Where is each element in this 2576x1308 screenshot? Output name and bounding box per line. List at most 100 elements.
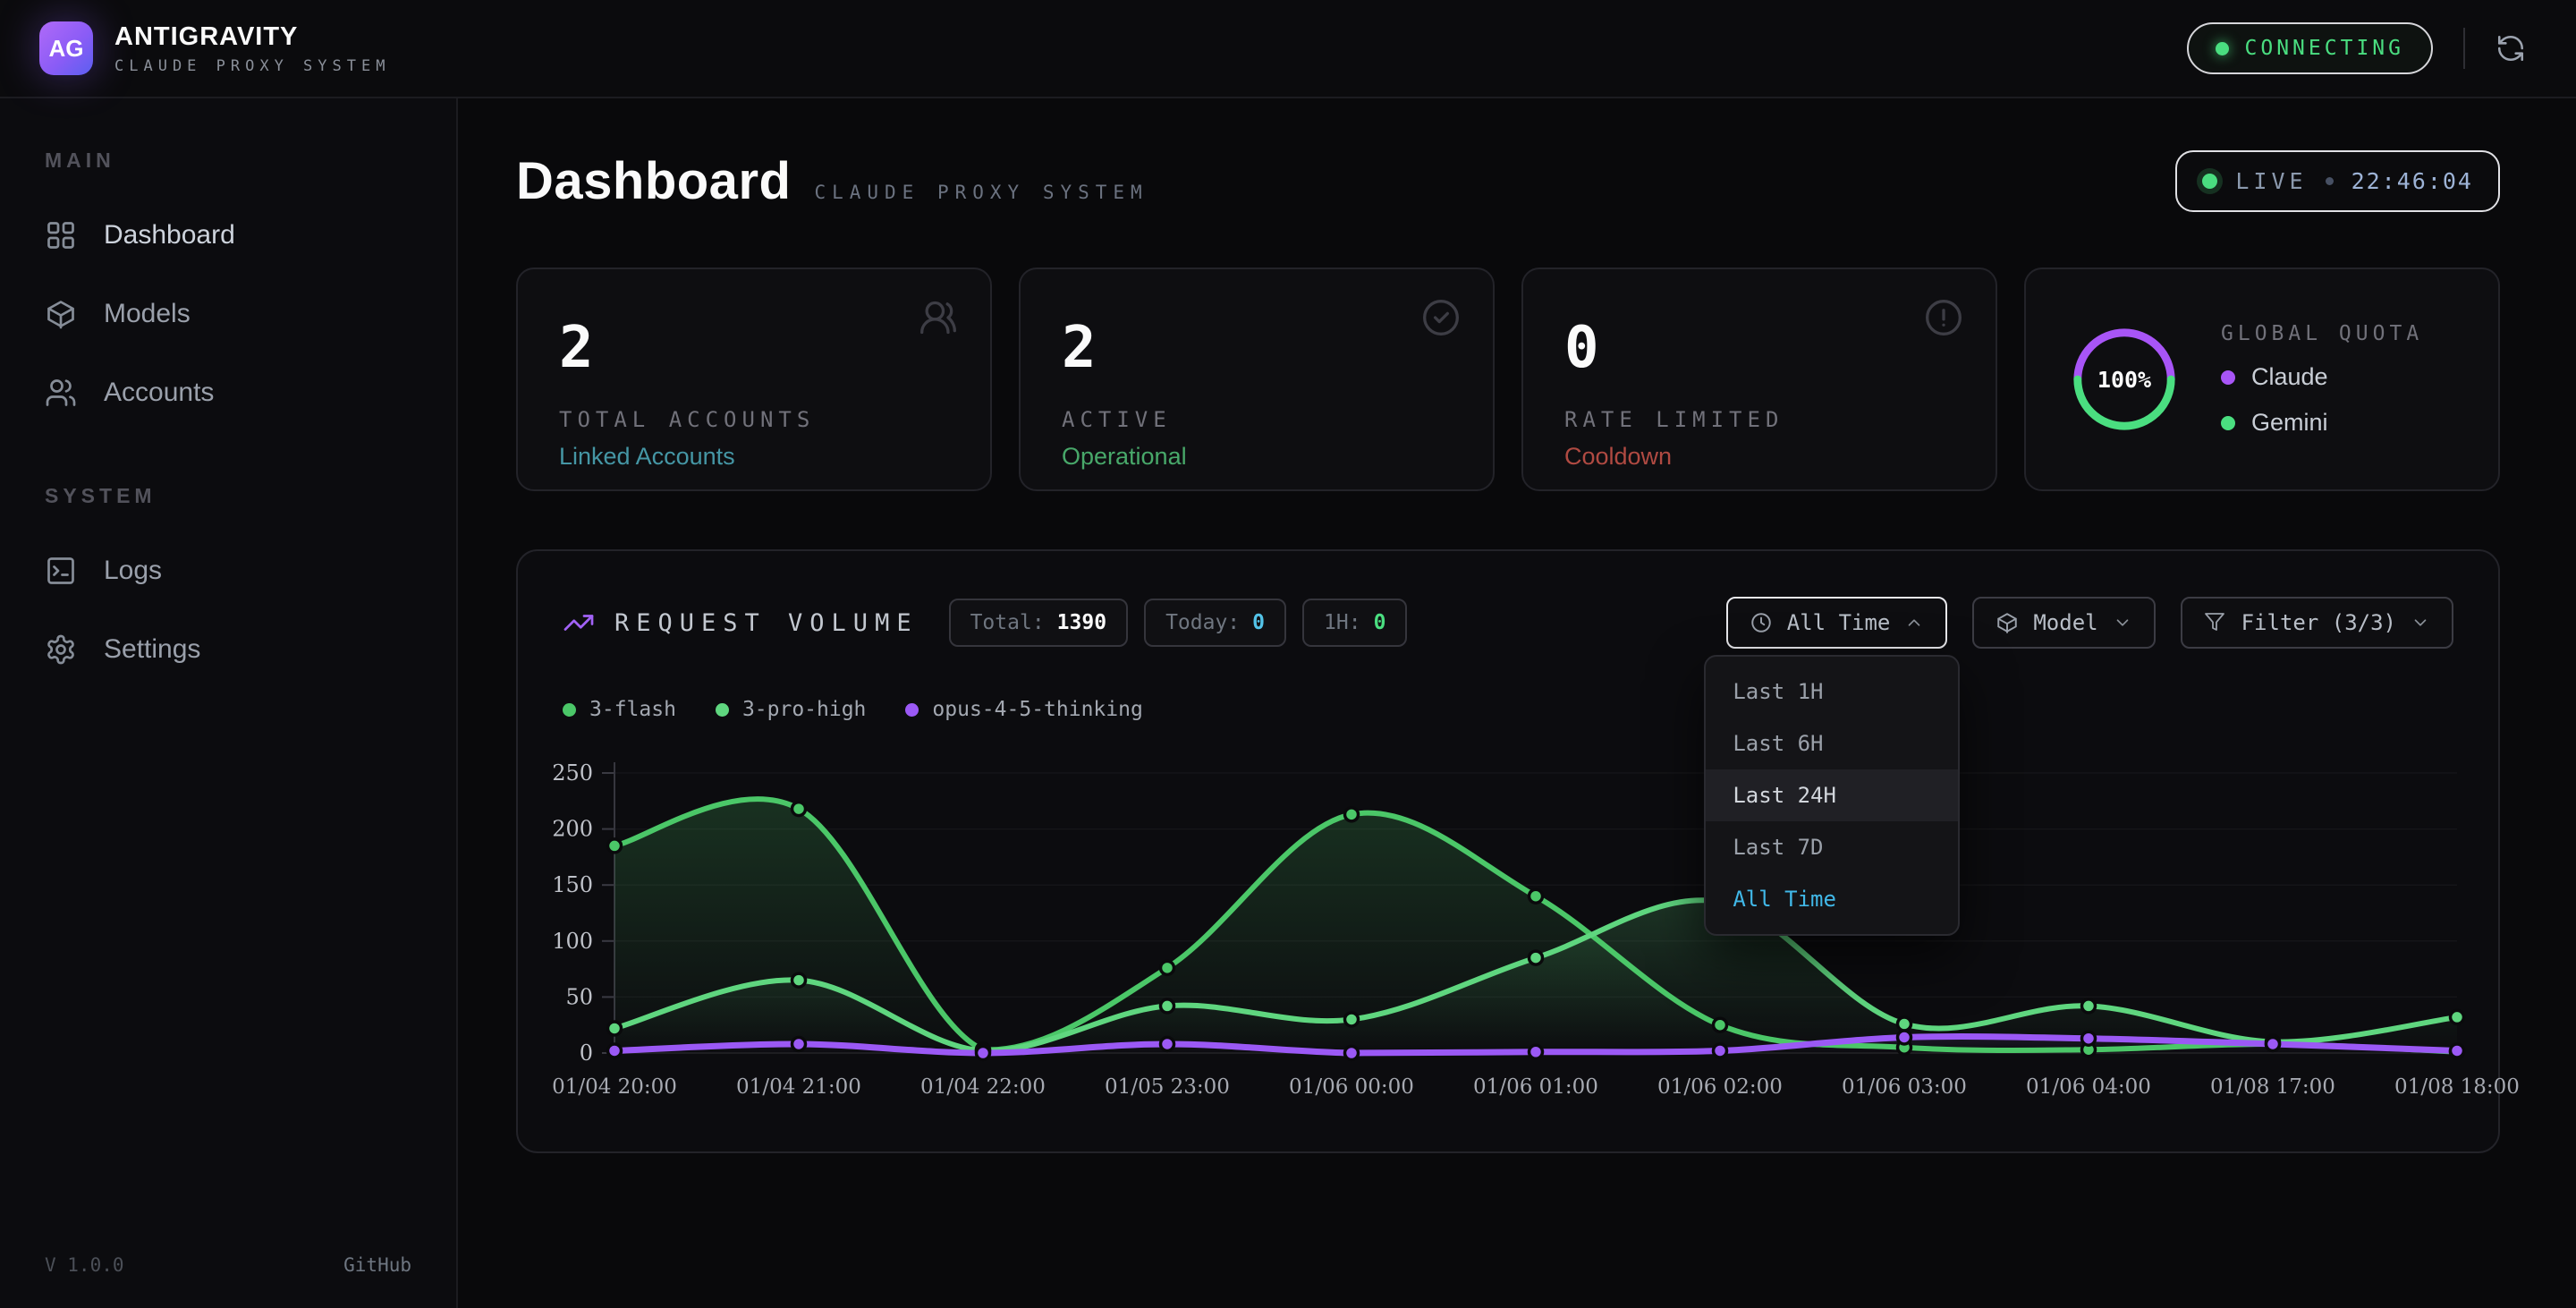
quota-provider-name: Gemini <box>2251 409 2328 437</box>
funnel-icon <box>2204 611 2225 633</box>
stat-card-rate-limited: 0 RATE LIMITED Cooldown <box>1521 268 1997 491</box>
time-range-dropdown: Last 1HLast 6HLast 24HLast 7DAll Time <box>1704 655 1960 936</box>
legend-dot-icon <box>563 703 576 717</box>
sidebar-item-logs[interactable]: Logs <box>0 531 456 610</box>
refresh-icon <box>2496 33 2526 64</box>
stat-card-total-accounts: 2 TOTAL ACCOUNTS Linked Accounts <box>516 268 992 491</box>
stat-label: RATE LIMITED <box>1564 407 1954 432</box>
box-icon <box>1996 611 2019 634</box>
live-label: LIVE <box>2235 168 2307 194</box>
stat-status: Operational <box>1062 443 1452 471</box>
stat-value: 0 <box>1564 319 1954 377</box>
dropdown-item-last-7d[interactable]: Last 7D <box>1706 821 1958 873</box>
model-button[interactable]: Model <box>1972 597 2155 649</box>
time-range-label: All Time <box>1787 610 1891 635</box>
connection-status-badge[interactable]: CONNECTING <box>2187 22 2433 74</box>
svg-text:200: 200 <box>552 817 593 842</box>
time-range-button[interactable]: All Time Last 1HLast 6HLast 24HLast 7DAl… <box>1726 597 1948 649</box>
dropdown-item-last-1h[interactable]: Last 1H <box>1706 666 1958 718</box>
chevron-up-icon <box>1904 613 1924 633</box>
chevron-down-icon <box>2411 613 2430 633</box>
legend-item-3-flash[interactable]: 3-flash <box>563 698 676 721</box>
main-content: Dashboard CLAUDE PROXY SYSTEM LIVE 22:46… <box>458 98 2576 1308</box>
chip-label: Total: <box>970 611 1045 634</box>
svg-text:01/05 23:00: 01/05 23:00 <box>1105 1075 1230 1099</box>
sidebar-gap <box>0 432 456 484</box>
sidebar-item-accounts[interactable]: Accounts <box>0 353 456 432</box>
grid-icon <box>45 219 77 251</box>
stat-chip: Total: 1390 <box>949 599 1128 647</box>
github-link[interactable]: GitHub <box>343 1254 411 1276</box>
stat-value: 2 <box>559 319 949 377</box>
sidebar-item-label: Logs <box>104 556 162 586</box>
sidebar-section-label: SYSTEM <box>45 484 456 508</box>
page-subtitle: CLAUDE PROXY SYSTEM <box>814 182 1148 203</box>
legend-dot-icon <box>716 703 729 717</box>
quota-legend-item: Gemini <box>2221 409 2423 437</box>
stat-label: ACTIVE <box>1062 407 1452 432</box>
request-volume-chart: 05010015020025001/04 20:0001/04 21:0001/… <box>563 755 2457 1113</box>
funnel-icon <box>2204 611 2227 634</box>
stat-value: 2 <box>1062 319 1452 377</box>
svg-text:01/04 22:00: 01/04 22:00 <box>920 1075 1046 1099</box>
users-round-icon <box>919 298 958 337</box>
dropdown-item-all-time[interactable]: All Time <box>1706 873 1958 925</box>
page-title: Dashboard <box>516 151 791 211</box>
dropdown-item-last-6h[interactable]: Last 6H <box>1706 718 1958 769</box>
legend-item-opus-4-5-thinking[interactable]: opus-4-5-thinking <box>905 698 1142 721</box>
svg-text:01/04 21:00: 01/04 21:00 <box>736 1075 861 1099</box>
svg-text:01/08 17:00: 01/08 17:00 <box>2210 1075 2335 1099</box>
clock-icon <box>1750 611 1773 634</box>
svg-text:01/04 20:00: 01/04 20:00 <box>552 1075 677 1099</box>
stat-chip: 1H: 0 <box>1302 599 1407 647</box>
filter-button[interactable]: Filter (3/3) <box>2181 597 2453 649</box>
chevron-down-icon <box>2113 613 2132 633</box>
chart-title: REQUEST VOLUME <box>614 609 919 637</box>
trending-up-icon <box>563 607 595 639</box>
svg-text:0: 0 <box>580 1040 593 1066</box>
refresh-button[interactable] <box>2496 33 2526 64</box>
legend-dot-icon <box>2221 416 2235 430</box>
sidebar-item-label: Settings <box>104 634 200 665</box>
app-title: ANTIGRAVITY <box>114 22 390 52</box>
live-status-badge: LIVE 22:46:04 <box>2175 150 2500 212</box>
alert-circle-icon <box>1924 298 1963 337</box>
svg-text:01/06 02:00: 01/06 02:00 <box>1657 1075 1783 1099</box>
quota-ring: 100% <box>2067 322 2182 437</box>
live-dot-icon <box>2202 174 2217 189</box>
legend-item-3-pro-high[interactable]: 3-pro-high <box>716 698 866 721</box>
connection-status-label: CONNECTING <box>2245 37 2404 60</box>
chevron-up-icon <box>1904 613 1924 633</box>
sidebar-item-label: Models <box>104 299 191 329</box>
filter-label: Filter (3/3) <box>2241 610 2396 635</box>
quota-label: GLOBAL QUOTA <box>2221 322 2423 345</box>
svg-text:01/08 18:00: 01/08 18:00 <box>2394 1075 2520 1099</box>
sidebar-item-label: Accounts <box>104 378 214 408</box>
live-clock: 22:46:04 <box>2351 168 2473 194</box>
box-icon <box>45 298 77 330</box>
svg-text:01/06 03:00: 01/06 03:00 <box>1842 1075 1967 1099</box>
separator-dot-icon <box>2326 177 2334 185</box>
svg-text:50: 50 <box>565 984 593 1009</box>
request-volume-panel: REQUEST VOLUME Total: 1390 Today: 0 1H: … <box>516 549 2500 1153</box>
svg-text:150: 150 <box>552 872 593 897</box>
legend-dot-icon <box>905 703 919 717</box>
chip-value: 0 <box>1252 611 1265 634</box>
sidebar-item-models[interactable]: Models <box>0 275 456 353</box>
sidebar-item-settings[interactable]: Settings <box>0 610 456 689</box>
global-quota-card: 100% GLOBAL QUOTA Claude Gemini <box>2024 268 2500 491</box>
svg-text:01/06 00:00: 01/06 00:00 <box>1289 1075 1414 1099</box>
users-icon <box>45 377 77 409</box>
sidebar-item-label: Dashboard <box>104 220 235 251</box>
chevron-down-icon <box>2411 613 2430 633</box>
chip-value: 1390 <box>1057 611 1106 634</box>
header-divider <box>2463 28 2465 69</box>
svg-text:250: 250 <box>552 760 593 786</box>
chart-legend: 3-flash 3-pro-high opus-4-5-thinking <box>563 698 2453 721</box>
chip-label: Today: <box>1165 611 1240 634</box>
model-label: Model <box>2033 610 2097 635</box>
chip-value: 0 <box>1374 611 1386 634</box>
sidebar-item-dashboard[interactable]: Dashboard <box>0 196 456 275</box>
dropdown-item-last-24h[interactable]: Last 24H <box>1706 769 1958 821</box>
app-subtitle: CLAUDE PROXY SYSTEM <box>114 57 390 75</box>
